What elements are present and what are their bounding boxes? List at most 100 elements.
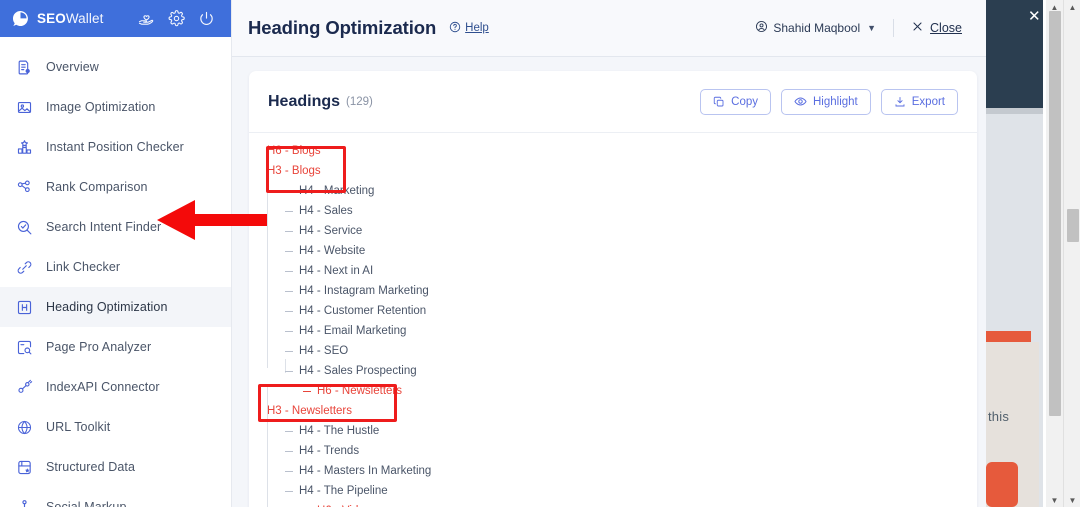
sidebar-header-icons — [138, 10, 220, 27]
heading-row[interactable]: H6 - Blogs — [267, 141, 977, 161]
card-title: Headings — [268, 92, 341, 110]
tree-dash-icon — [285, 490, 293, 492]
sidebar-item-label: Link Checker — [46, 260, 121, 274]
headings-card: Headings (129) Copy Highlight Export H6 … — [249, 71, 977, 507]
sidebar-item-heading-optimization[interactable]: Heading Optimization — [0, 287, 231, 327]
download-icon — [894, 96, 906, 108]
tree-dash-icon — [285, 290, 293, 292]
headings-count: (129) — [346, 95, 373, 108]
power-icon[interactable] — [198, 10, 215, 27]
main-content: Heading Optimization Help Shahid Maqbool… — [232, 0, 986, 507]
heading-row[interactable]: H4 - Email Marketing — [267, 321, 977, 341]
sidebar-item-url-toolkit[interactable]: URL Toolkit — [0, 407, 231, 447]
tree-dash-icon — [303, 390, 311, 392]
heading-label: H6 - Blogs — [267, 145, 321, 157]
sidebar-item-structured-data[interactable]: Structured Data — [0, 447, 231, 487]
tree-dash-icon — [285, 270, 293, 272]
brand-name-bold: SEO — [37, 11, 66, 26]
rank-nodes-icon — [15, 178, 34, 197]
heading-label: H3 - Blogs — [267, 165, 321, 177]
sidebar-item-social-markup[interactable]: Social Markup — [0, 487, 231, 507]
tree-dash-icon — [285, 330, 293, 332]
background-close-icon[interactable]: ✕ — [1028, 9, 1042, 24]
sidebar-item-link-checker[interactable]: Link Checker — [0, 247, 231, 287]
heading-row[interactable]: H4 - Masters In Marketing — [267, 461, 977, 481]
heading-row[interactable]: H4 - Sales Prospecting — [267, 361, 977, 381]
heading-label: H4 - Sales — [299, 205, 353, 217]
document-clock-icon — [15, 58, 34, 77]
heading-row[interactable]: H4 - Website — [267, 241, 977, 261]
sidebar-item-overview[interactable]: Overview — [0, 47, 231, 87]
heading-row[interactable]: H3 - Blogs — [267, 161, 977, 181]
headings-tree: H6 - Blogs H3 - Blogs H4 - Marketing H4 - S… — [249, 133, 977, 507]
card-actions: Copy Highlight Export — [700, 88, 958, 115]
heading-row[interactable]: H6 - Videos — [267, 501, 977, 507]
sidebar-item-image-optimization[interactable]: Image Optimization — [0, 87, 231, 127]
close-button[interactable]: Close — [911, 20, 962, 36]
link-icon — [15, 258, 34, 277]
heading-row[interactable]: H4 - Marketing — [267, 181, 977, 201]
tree-dash-icon — [285, 210, 293, 212]
inner-scroll-thumb[interactable] — [1049, 11, 1061, 416]
app-screen: ✕ this ▲ ▼ ▲ ▼ SEOWallet Overview Image … — [0, 0, 1080, 507]
outer-scrollbar[interactable]: ▲ ▼ — [1063, 0, 1080, 507]
background-orange-bar — [986, 331, 1031, 342]
inner-scroll-down-arrow[interactable]: ▼ — [1046, 493, 1063, 507]
user-menu[interactable]: Shahid Maqbool ▼ — [755, 20, 876, 36]
heading-row[interactable]: H4 - The Pipeline — [267, 481, 977, 501]
outer-scroll-down-arrow[interactable]: ▼ — [1064, 493, 1080, 507]
sidebar-item-instant-position-checker[interactable]: Instant Position Checker — [0, 127, 231, 167]
export-label: Export — [911, 95, 945, 108]
heading-row[interactable]: H4 - Instagram Marketing — [267, 281, 977, 301]
highlight-button[interactable]: Highlight — [781, 88, 871, 115]
page-header: Heading Optimization Help Shahid Maqbool… — [232, 0, 986, 57]
background-shadow — [986, 108, 1043, 114]
heading-row[interactable]: H4 - Service — [267, 221, 977, 241]
close-icon — [911, 20, 924, 36]
page-header-right: Shahid Maqbool ▼ Close — [755, 19, 962, 37]
heading-row[interactable]: H3 - Newsletters — [267, 401, 977, 421]
heading-label: H4 - Email Marketing — [299, 325, 407, 337]
heading-row[interactable]: H4 - SEO — [267, 341, 977, 361]
tree-dash-icon — [285, 350, 293, 352]
sidebar-nav: Overview Image Optimization Instant Posi… — [0, 37, 231, 507]
copy-button[interactable]: Copy — [700, 88, 771, 115]
heading-row[interactable]: H6 - Newsletters — [267, 381, 977, 401]
outer-scroll-up-arrow[interactable]: ▲ — [1064, 0, 1080, 14]
sidebar-item-label: Search Intent Finder — [46, 220, 162, 234]
sidebar-item-page-pro-analyzer[interactable]: Page Pro Analyzer — [0, 327, 231, 367]
page-title: Heading Optimization — [248, 17, 437, 38]
tree-dash-icon — [285, 190, 293, 192]
image-icon — [15, 98, 34, 117]
sidebar-item-label: Overview — [46, 60, 99, 74]
page-search-icon — [15, 338, 34, 357]
heading-row[interactable]: H4 - Sales — [267, 201, 977, 221]
export-button[interactable]: Export — [880, 88, 958, 115]
heading-label: H4 - Marketing — [299, 185, 375, 197]
sidebar-item-indexapi-connector[interactable]: IndexAPI Connector — [0, 367, 231, 407]
heading-row[interactable]: H4 - The Hustle — [267, 421, 977, 441]
heading-row[interactable]: H4 - Customer Retention — [267, 301, 977, 321]
tree-dash-icon — [285, 470, 293, 472]
hand-heart-icon[interactable] — [138, 10, 155, 27]
inner-scrollbar[interactable]: ▲ ▼ — [1046, 0, 1063, 507]
sidebar-item-label: Page Pro Analyzer — [46, 340, 152, 354]
sidebar-header: SEOWallet — [0, 0, 231, 37]
heading-label: H4 - The Pipeline — [299, 485, 388, 497]
gear-icon[interactable] — [168, 10, 185, 27]
sidebar-item-label: Image Optimization — [46, 100, 156, 114]
user-name: Shahid Maqbool — [773, 21, 861, 35]
heading-row[interactable]: H4 - Trends — [267, 441, 977, 461]
outer-scroll-thumb[interactable] — [1067, 209, 1079, 242]
background-cta-button[interactable] — [986, 462, 1018, 507]
help-link[interactable]: Help — [449, 21, 489, 36]
card-header: Headings (129) Copy Highlight Export — [249, 71, 977, 133]
heading-row[interactable]: H4 - Next in AI — [267, 261, 977, 281]
user-avatar-icon — [755, 20, 768, 36]
seowallet-logo-icon — [11, 9, 30, 28]
heading-label: H4 - Sales Prospecting — [299, 365, 417, 377]
heading-label: H4 - Website — [299, 245, 366, 257]
sidebar-item-label: URL Toolkit — [46, 420, 111, 434]
sidebar-item-label: Structured Data — [46, 460, 136, 474]
sidebar-item-label: Social Markup — [46, 500, 127, 507]
